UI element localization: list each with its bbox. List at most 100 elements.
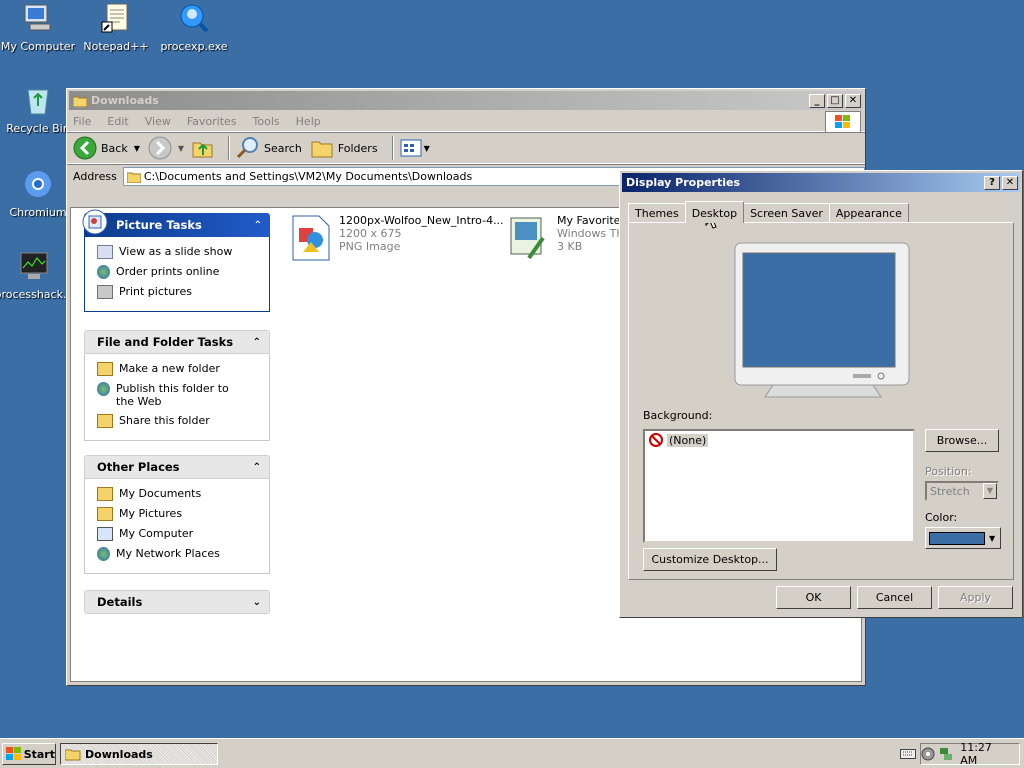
display-properties-dialog[interactable]: Display Properties ? ✕ Themes Desktop Sc… <box>619 170 1023 618</box>
new-folder-icon <box>97 362 113 376</box>
other-places-header[interactable]: Other Places ⌃ <box>84 455 270 479</box>
tab-strip: Themes Desktop Screen Saver Appearance <box>628 201 909 223</box>
minimize-button[interactable]: _ <box>809 93 825 108</box>
back-button[interactable]: Back ▼ <box>73 136 140 160</box>
png-file-icon <box>292 215 330 261</box>
place-my-computer[interactable]: My Computer <box>97 527 261 541</box>
close-button[interactable]: ✕ <box>845 93 861 108</box>
windows-flag-icon <box>6 747 21 760</box>
other-places-panel: Other Places ⌃ My Documents My Pictures … <box>84 455 270 574</box>
picture-tasks-panel: Picture Tasks ⌃ View as a slide show Ord… <box>82 209 270 312</box>
details-header[interactable]: Details ⌄ <box>84 590 270 614</box>
close-button[interactable]: ✕ <box>1002 175 1018 190</box>
desktop-icon-procexp[interactable]: procexp.exe <box>154 2 234 53</box>
file-item[interactable]: My Favorite T Windows The 3 KB <box>509 214 631 262</box>
browse-button[interactable]: Browse... <box>925 429 999 452</box>
color-picker-button[interactable]: ▼ <box>925 527 1001 549</box>
menu-view[interactable]: View <box>145 115 171 128</box>
taskbar: Start Downloads 11:27 AM <box>0 738 1024 768</box>
background-item-none[interactable]: (None) <box>649 433 909 447</box>
file-folder-tasks-panel: File and Folder Tasks ⌃ Make a new folde… <box>84 330 270 441</box>
menu-tools[interactable]: Tools <box>253 115 280 128</box>
clock[interactable]: 11:27 AM <box>960 741 1011 767</box>
position-value: Stretch <box>930 484 970 498</box>
menu-favorites[interactable]: Favorites <box>187 115 237 128</box>
task-label: Print pictures <box>119 285 192 298</box>
desktop-icon-processhacker[interactable]: processhack... <box>0 250 74 301</box>
taskbar-item-downloads[interactable]: Downloads <box>60 743 218 765</box>
shield-tray-icon[interactable] <box>921 747 935 761</box>
menu-edit[interactable]: Edit <box>107 115 128 128</box>
maximize-button[interactable]: □ <box>827 93 843 108</box>
task-print-pictures[interactable]: Print pictures <box>97 285 261 299</box>
search-button[interactable]: Search <box>236 136 302 160</box>
position-label: Position: <box>925 465 972 478</box>
place-my-documents[interactable]: My Documents <box>97 487 261 501</box>
address-text: C:\Documents and Settings\VM2\My Documen… <box>143 170 473 183</box>
file-item[interactable]: 1200px-Wolfoo_New_Intro-4... 1200 x 675 … <box>291 214 504 262</box>
file-folder-tasks-header[interactable]: File and Folder Tasks ⌃ <box>84 330 270 354</box>
dialog-titlebar[interactable]: Display Properties ? ✕ <box>622 173 1020 192</box>
printer-icon <box>97 285 113 299</box>
expand-chevron-icon[interactable]: ⌄ <box>253 597 261 608</box>
computer-icon <box>97 527 113 541</box>
menu-help[interactable]: Help <box>296 115 321 128</box>
task-new-folder[interactable]: Make a new folder <box>97 362 261 376</box>
computer-icon <box>24 4 51 31</box>
views-button[interactable]: ▼ <box>400 138 430 158</box>
chevron-down-icon[interactable]: ▼ <box>134 144 140 153</box>
background-list[interactable]: (None) <box>643 429 915 543</box>
network-places-icon <box>97 547 110 561</box>
explorer-titlebar[interactable]: Downloads _ □ ✕ <box>69 91 863 110</box>
task-order-prints[interactable]: Order prints online <box>97 265 261 279</box>
background-item-label: (None) <box>667 433 709 447</box>
standard-toolbar: Back ▼ ▼ Search Folders ▼ <box>67 132 865 164</box>
network-tray-icon[interactable] <box>939 747 953 761</box>
keyboard-icon[interactable] <box>900 748 916 760</box>
tab-screen-saver[interactable]: Screen Saver <box>743 203 830 223</box>
task-publish-web[interactable]: Publish this folder to the Web <box>97 382 261 408</box>
help-button[interactable]: ? <box>984 175 1000 190</box>
tab-desktop[interactable]: Desktop <box>684 201 745 223</box>
chevron-down-icon[interactable]: ▼ <box>983 483 997 499</box>
share-folder-icon <box>97 414 113 428</box>
folder-icon <box>126 172 141 183</box>
apply-button[interactable]: Apply <box>938 586 1013 609</box>
task-slide-show[interactable]: View as a slide show <box>97 245 261 259</box>
start-button[interactable]: Start <box>2 743 56 765</box>
place-my-network[interactable]: My Network Places <box>97 547 261 561</box>
up-folder-icon <box>192 142 213 158</box>
chevron-down-icon[interactable]: ▼ <box>178 144 184 153</box>
place-my-pictures[interactable]: My Pictures <box>97 507 261 521</box>
desktop-icon-my-computer[interactable]: My Computer <box>0 2 78 53</box>
position-select[interactable]: Stretch ▼ <box>925 481 999 501</box>
chevron-down-icon[interactable]: ▼ <box>424 144 430 153</box>
tab-appearance[interactable]: Appearance <box>828 203 909 223</box>
cancel-button[interactable]: Cancel <box>857 586 932 609</box>
windows-logo-icon <box>825 110 861 133</box>
forward-arrow-icon <box>148 136 172 160</box>
task-label: Publish this folder to the Web <box>116 382 229 408</box>
file-dimensions: 1200 x 675 <box>339 227 402 240</box>
collapse-chevron-icon[interactable]: ⌃ <box>253 337 261 348</box>
place-label: My Pictures <box>119 507 183 520</box>
tab-themes[interactable]: Themes <box>628 203 686 223</box>
forward-button[interactable]: ▼ <box>148 136 184 160</box>
ok-button[interactable]: OK <box>776 586 851 609</box>
customize-desktop-button[interactable]: Customize Desktop... <box>643 548 777 571</box>
collapse-chevron-icon[interactable]: ⌃ <box>254 220 262 231</box>
address-label: Address <box>73 170 117 183</box>
picture-tasks-header[interactable]: Picture Tasks ⌃ <box>82 209 270 237</box>
place-label: My Computer <box>119 527 194 540</box>
globe-icon <box>97 265 110 279</box>
monitor-preview <box>734 242 910 398</box>
task-share-folder[interactable]: Share this folder <box>97 414 261 428</box>
folders-button[interactable]: Folders <box>310 137 378 159</box>
task-label: View as a slide show <box>119 245 233 258</box>
task-label: Order prints online <box>116 265 220 278</box>
place-label: My Documents <box>119 487 202 500</box>
up-folder-button[interactable] <box>192 137 214 159</box>
menu-file[interactable]: File <box>73 115 91 128</box>
desktop-icon-notepadpp[interactable]: Notepad++ <box>76 2 156 53</box>
collapse-chevron-icon[interactable]: ⌃ <box>253 462 261 473</box>
